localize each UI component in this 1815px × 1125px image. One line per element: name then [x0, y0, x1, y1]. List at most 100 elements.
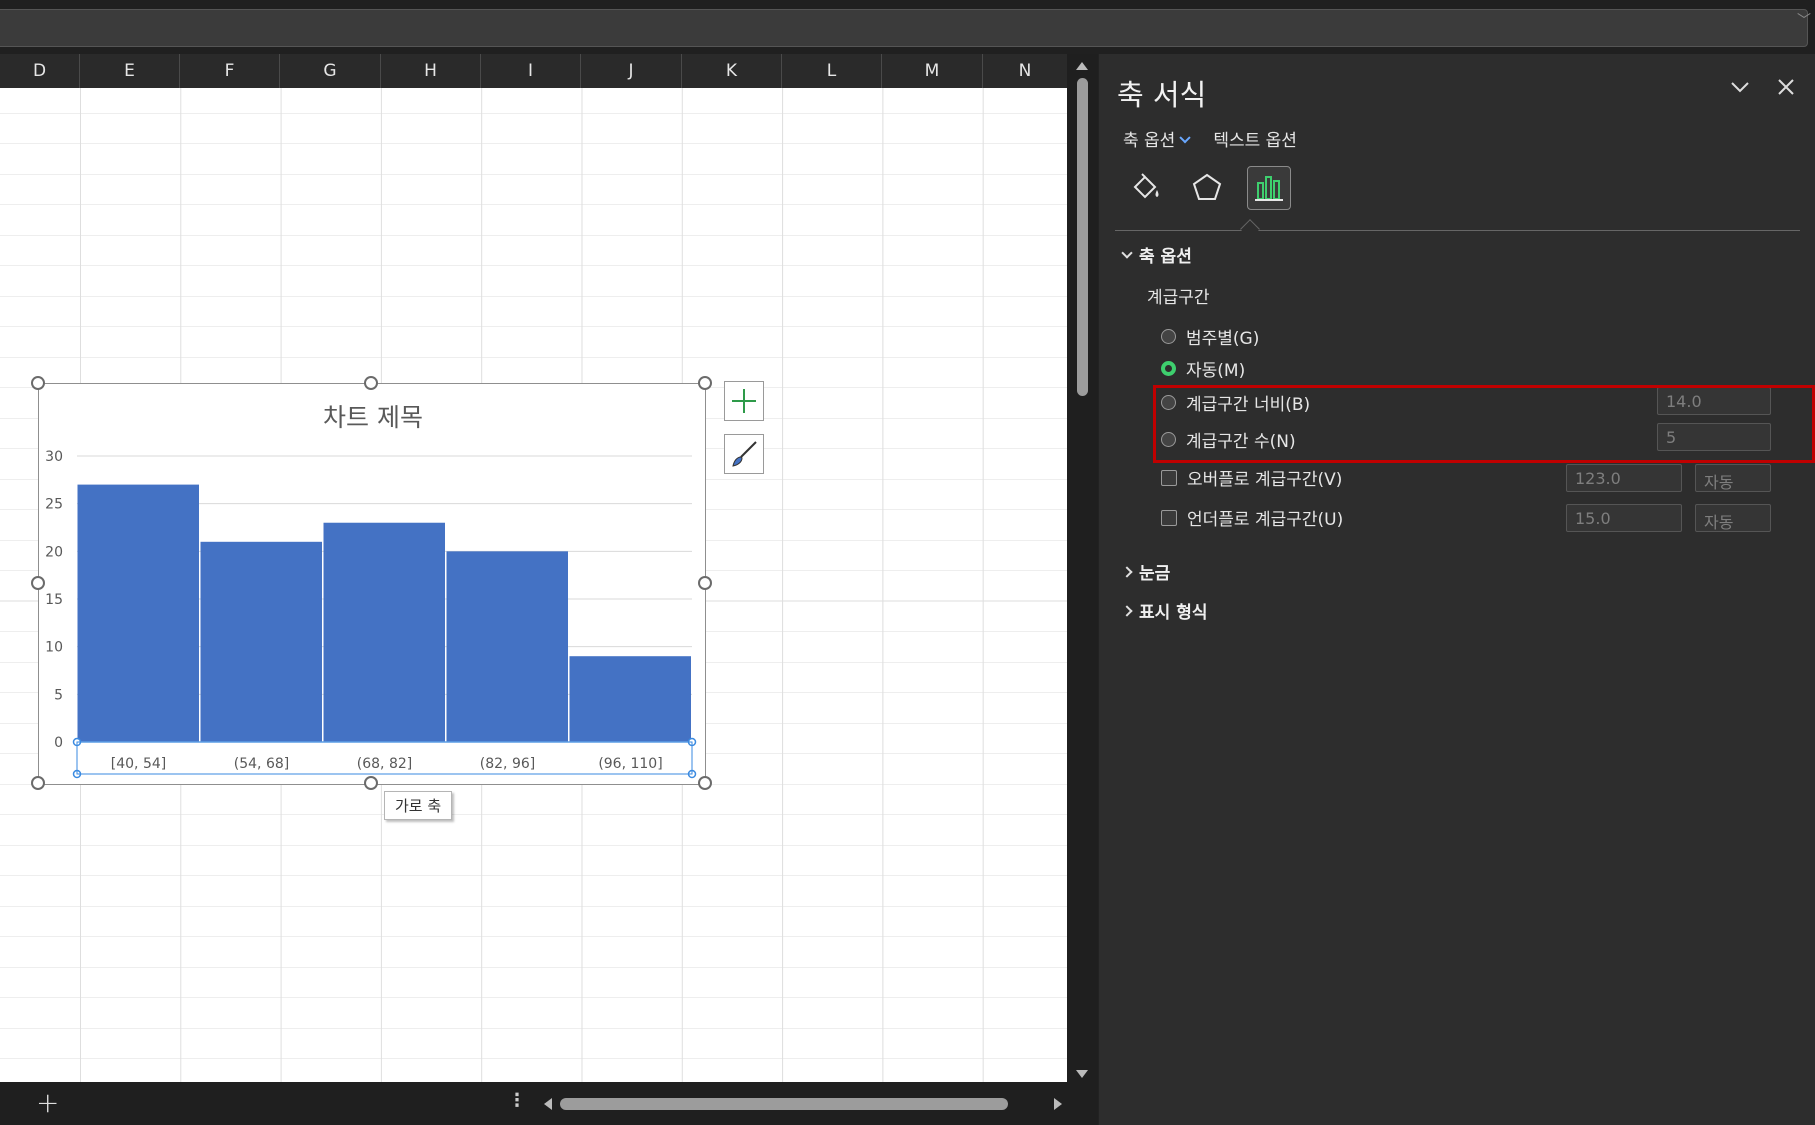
tab-axis-options[interactable]: 축 옵션: [1123, 126, 1191, 151]
section-ticks[interactable]: 눈금: [1121, 559, 1171, 584]
close-icon[interactable]: [1775, 76, 1797, 104]
resize-handle-top-right[interactable]: [698, 376, 712, 390]
plus-icon: [732, 389, 756, 413]
formula-bar: ﹀: [0, 0, 1815, 54]
underflow-bin-checkbox[interactable]: [1161, 509, 1177, 526]
resize-handle-left[interactable]: [31, 576, 45, 590]
chart-plot[interactable]: 0 5 10 15 20 25 30 [40, 54] (54, 68] (68, 82] (82,…: [39, 384, 707, 786]
vertical-scroll-thumb[interactable]: [1077, 78, 1088, 396]
underflow-auto-button[interactable]: 자동: [1695, 504, 1771, 532]
histogram-bar[interactable]: [569, 656, 692, 742]
y-tick-label: 5: [54, 687, 63, 703]
resize-handle-top-left[interactable]: [31, 376, 45, 390]
add-sheet-button[interactable]: +: [36, 1086, 59, 1120]
column-header-n[interactable]: N: [983, 54, 1067, 88]
option-by-category[interactable]: 범주별(G): [1161, 324, 1259, 349]
more-options-icon[interactable]: ⋮: [508, 1090, 526, 1111]
x-tick-label: (96, 110]: [598, 756, 662, 772]
fill-line-icon[interactable]: [1123, 166, 1167, 210]
scroll-right-icon[interactable]: [1054, 1098, 1062, 1110]
pane-options-chevron-icon[interactable]: [1729, 76, 1751, 104]
y-tick-label: 10: [45, 640, 63, 656]
x-tick-label: (82, 96]: [480, 756, 535, 772]
option-auto[interactable]: 자동(M): [1161, 356, 1245, 381]
chart-elements-button[interactable]: [724, 381, 764, 421]
section-axis-options[interactable]: 축 옵션: [1121, 242, 1192, 267]
section-ticks-label: 눈금: [1139, 564, 1171, 584]
auto-radio[interactable]: [1161, 361, 1176, 376]
resize-handle-bottom[interactable]: [364, 776, 378, 790]
histogram-bar[interactable]: [200, 541, 323, 742]
column-header-j[interactable]: J: [581, 54, 682, 88]
column-header-e[interactable]: E: [80, 54, 180, 88]
tab-text-options[interactable]: 텍스트 옵션: [1213, 126, 1297, 151]
y-tick-label: 0: [54, 735, 63, 751]
auto-label: 자동(M): [1186, 361, 1246, 381]
pane-icon-row: [1123, 166, 1291, 210]
y-tick-label: 20: [45, 544, 63, 560]
pane-tabs: 축 옵션 텍스트 옵션: [1123, 126, 1297, 151]
column-header-m[interactable]: M: [882, 54, 983, 88]
y-tick-label: 25: [45, 497, 63, 513]
y-tick-label: 30: [45, 449, 63, 465]
scroll-down-icon[interactable]: [1076, 1070, 1088, 1078]
column-header-d[interactable]: D: [0, 54, 80, 88]
column-header-l[interactable]: L: [782, 54, 882, 88]
chevron-right-icon: [1121, 565, 1133, 578]
x-tick-label: [40, 54]: [111, 756, 166, 772]
sheet-tab-bar: + ⋮: [0, 1082, 1098, 1125]
vertical-scrollbar[interactable]: [1067, 54, 1098, 1082]
overflow-bin-checkbox[interactable]: [1161, 469, 1177, 486]
section-number-format-label: 표시 형식: [1139, 603, 1208, 623]
resize-handle-bottom-left[interactable]: [31, 776, 45, 790]
highlight-box: [1153, 385, 1815, 463]
x-tick-label: (68, 82]: [357, 756, 412, 772]
overflow-bin-input[interactable]: 123.0: [1566, 464, 1682, 492]
column-header-i[interactable]: I: [481, 54, 581, 88]
pane-divider-notch: [1240, 219, 1260, 239]
column-header-g[interactable]: G: [280, 54, 381, 88]
y-tick-label: 15: [45, 592, 63, 608]
resize-handle-top[interactable]: [364, 376, 378, 390]
brush-icon: [732, 441, 757, 467]
histogram-bar[interactable]: [446, 551, 569, 742]
by-category-radio[interactable]: [1161, 329, 1176, 344]
chevron-down-icon[interactable]: ﹀: [1797, 10, 1811, 30]
chart-styles-button[interactable]: [724, 434, 764, 474]
histogram-chart[interactable]: 차트 제목 0 5 10 15 20 25 30 [40, 54] (54, 68] (68, 8…: [38, 383, 706, 785]
chevron-down-icon: [1179, 132, 1191, 144]
pane-title: 축 서식: [1117, 78, 1207, 112]
chevron-right-icon: [1121, 604, 1133, 617]
column-header-f[interactable]: F: [180, 54, 280, 88]
histogram-bar[interactable]: [77, 484, 200, 742]
column-header-h[interactable]: H: [381, 54, 481, 88]
axis-tooltip: 가로 축: [384, 791, 453, 820]
option-underflow-bin[interactable]: 언더플로 계급구간(U): [1161, 505, 1343, 530]
resize-handle-bottom-right[interactable]: [698, 776, 712, 790]
chevron-down-icon: [1121, 246, 1133, 259]
by-category-label: 범주별(G): [1186, 329, 1260, 349]
section-axis-options-label: 축 옵션: [1139, 247, 1192, 267]
underflow-bin-label: 언더플로 계급구간(U): [1187, 510, 1344, 530]
scroll-up-icon[interactable]: [1076, 62, 1088, 70]
resize-handle-right[interactable]: [698, 576, 712, 590]
format-axis-pane: 축 서식 축 옵션 텍스트 옵션 축 옵션 계급구간 범주별(G) 자동(M) …: [1098, 54, 1815, 1125]
effects-icon[interactable]: [1185, 166, 1229, 210]
tab-axis-options-label: 축 옵션: [1123, 131, 1176, 151]
option-overflow-bin[interactable]: 오버플로 계급구간(V): [1161, 465, 1342, 490]
bins-group-label: 계급구간: [1147, 288, 1210, 308]
x-tick-label: (54, 68]: [234, 756, 289, 772]
horizontal-scrollbar[interactable]: [540, 1093, 1070, 1115]
overflow-auto-button[interactable]: 자동: [1695, 464, 1771, 492]
column-headers: D E F G H I J K L M N: [0, 54, 1067, 88]
section-number-format[interactable]: 표시 형식: [1121, 598, 1208, 623]
excel-window: ﹀ D E F G H I J K L M N 차트 제목 0 5 10 15 20 25…: [0, 0, 1815, 1125]
axis-options-icon[interactable]: [1247, 166, 1291, 210]
column-header-k[interactable]: K: [682, 54, 782, 88]
formula-input[interactable]: [0, 9, 1808, 47]
horizontal-scroll-thumb[interactable]: [560, 1098, 1008, 1110]
scroll-left-icon[interactable]: [544, 1098, 552, 1110]
overflow-bin-label: 오버플로 계급구간(V): [1187, 470, 1343, 490]
underflow-bin-input[interactable]: 15.0: [1566, 504, 1682, 532]
histogram-bar[interactable]: [323, 522, 446, 742]
